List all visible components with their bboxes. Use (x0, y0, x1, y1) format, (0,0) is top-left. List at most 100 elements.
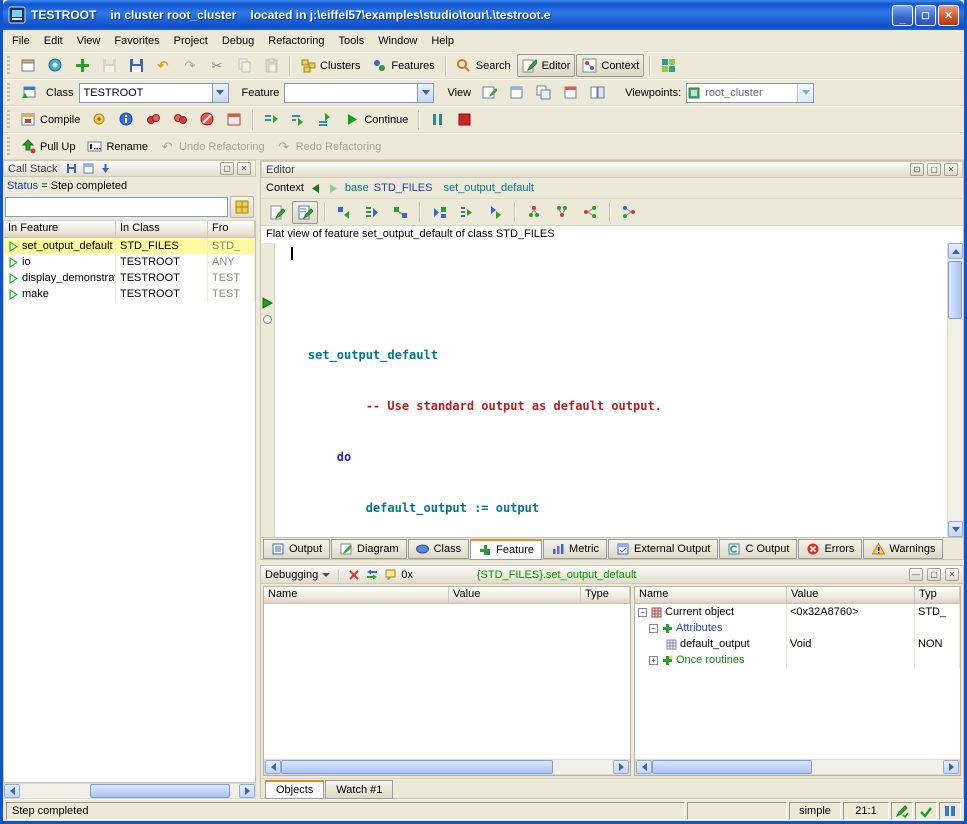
stack-depth-icon[interactable] (99, 162, 113, 175)
maximize-button[interactable]: ▢ (915, 5, 936, 26)
open-in-new-window-button[interactable] (530, 81, 556, 104)
code-editor[interactable]: set_output_default -- Use standard outpu… (275, 243, 947, 537)
open-in-editor-button[interactable] (476, 81, 502, 104)
object-tree-row[interactable]: − Attributes (635, 620, 960, 636)
menu-project[interactable]: Project (167, 32, 215, 50)
feature-combo[interactable] (284, 83, 434, 103)
suppliers-button[interactable] (577, 201, 603, 224)
melt-button[interactable] (140, 108, 166, 131)
cut-button[interactable]: ✂ (204, 54, 230, 77)
step-over-button[interactable] (258, 108, 284, 131)
column-type[interactable]: Typ (915, 587, 960, 603)
breakpoint-slot-icon[interactable] (263, 315, 272, 324)
code-line[interactable]: -- Use standard output as default output… (279, 398, 943, 415)
menu-edit[interactable]: Edit (37, 32, 70, 50)
force-recompile-button[interactable] (86, 108, 112, 131)
rename-button[interactable]: Rename (81, 135, 153, 158)
save-stack-icon[interactable] (65, 162, 79, 175)
tab-diagram[interactable]: Diagram (331, 539, 407, 559)
code-line[interactable]: default_output := output (279, 500, 943, 517)
expand-icon[interactable]: + (649, 656, 658, 665)
pause-button[interactable] (424, 108, 450, 131)
collapse-icon[interactable]: − (638, 608, 647, 617)
code-line[interactable]: do (279, 449, 943, 466)
viewpoint-combo[interactable]: root_cluster (686, 83, 814, 103)
scrollbar-thumb[interactable] (948, 261, 962, 319)
code-line[interactable] (279, 296, 943, 313)
breadcrumb-feature[interactable]: set_output_default (443, 182, 534, 194)
clickable-view-button[interactable] (292, 201, 318, 224)
scroll-left-icon[interactable] (4, 784, 20, 798)
tab-metric[interactable]: Metric (543, 539, 607, 559)
call-stack-header[interactable]: Call Stack ▢ ✕ (3, 160, 256, 177)
callees-button[interactable] (359, 201, 385, 224)
toolbar-grip[interactable] (6, 110, 11, 130)
editor-margin[interactable] (261, 243, 275, 537)
features-button[interactable]: Features (366, 54, 439, 77)
step-out-button[interactable] (312, 108, 338, 131)
add-project-button[interactable] (69, 54, 95, 77)
menu-help[interactable]: Help (424, 32, 461, 50)
close-panel-icon[interactable]: ✕ (237, 162, 251, 175)
redo-refactoring-button[interactable]: ↷ Redo Refactoring (271, 135, 387, 158)
descendants-button[interactable] (549, 201, 575, 224)
scrollbar-thumb[interactable] (281, 760, 553, 774)
menu-tools[interactable]: Tools (332, 32, 372, 50)
watch-empty-area[interactable] (264, 604, 630, 759)
creators-button[interactable] (426, 201, 452, 224)
stop-button[interactable] (451, 108, 477, 131)
object-tree-row[interactable]: default_output Void NON (635, 636, 960, 652)
object-tree-row[interactable]: + Once routines (635, 652, 960, 668)
menu-file[interactable]: File (5, 32, 37, 50)
minimize-button[interactable]: _ (892, 5, 913, 26)
close-debug-icon[interactable]: ✕ (945, 568, 959, 581)
context-toggle-button[interactable]: Context (576, 54, 644, 77)
toolbar-grip[interactable] (6, 83, 11, 103)
menu-window[interactable]: Window (371, 32, 424, 50)
scroll-up-icon[interactable] (948, 243, 963, 259)
close-button[interactable]: ✕ (938, 5, 959, 26)
debugging-header[interactable]: Debugging 0x {STD_FILES}.set_output_defa… (261, 566, 963, 584)
compile-button[interactable]: Compile (15, 108, 85, 131)
hex-format-toggle[interactable]: 0x (401, 569, 413, 581)
remove-expression-icon[interactable] (347, 568, 361, 581)
collapse-icon[interactable]: − (649, 624, 658, 633)
column-in-class[interactable]: In Class (116, 221, 208, 237)
scroll-right-icon[interactable] (613, 760, 629, 774)
undo-button[interactable]: ↶ (150, 54, 176, 77)
tab-external-output[interactable]: External Output (608, 539, 718, 559)
scroll-down-icon[interactable] (948, 521, 963, 537)
saved-status[interactable] (915, 802, 937, 820)
editable-status[interactable] (891, 802, 913, 820)
stack-filter-input[interactable] (5, 197, 228, 217)
freeze-button[interactable] (167, 108, 193, 131)
close-editor-icon[interactable]: ✕ (944, 163, 958, 176)
class-combo-arrow-icon[interactable] (212, 84, 228, 102)
call-stack-row[interactable]: io TESTROOT ANY (4, 254, 255, 270)
menu-favorites[interactable]: Favorites (107, 32, 166, 50)
scroll-left-icon[interactable] (265, 760, 281, 774)
maximize-editor-icon[interactable]: ▢ (927, 163, 941, 176)
editor-header[interactable]: Editor ⊡ ▢ ✕ (261, 161, 963, 178)
flat-view-button[interactable] (454, 201, 480, 224)
call-stack-row[interactable]: make TESTROOT TEST (4, 286, 255, 302)
watch-hscrollbar[interactable] (264, 759, 630, 775)
open-in-external-editor-button[interactable] (557, 81, 583, 104)
pull-up-button[interactable]: Pull Up (15, 135, 80, 158)
tab-warnings[interactable]: Warnings (863, 539, 943, 559)
open-stack-window-icon[interactable] (82, 162, 96, 175)
editor-toggle-button[interactable]: Editor (517, 54, 576, 77)
redo-button[interactable]: ↷ (177, 54, 203, 77)
scrollbar-thumb[interactable] (652, 760, 812, 774)
float-editor-icon[interactable]: ⊡ (910, 163, 924, 176)
call-stack-row[interactable]: set_output_default STD_FILES STD_ (4, 238, 255, 254)
basic-view-button[interactable] (264, 201, 290, 224)
scroll-right-icon[interactable] (239, 784, 255, 798)
expand-view-button[interactable] (584, 81, 610, 104)
editor-vscrollbar[interactable] (947, 243, 963, 537)
tab-objects[interactable]: Objects (265, 780, 324, 799)
column-value[interactable]: Value (787, 587, 915, 603)
maximize-panel-icon[interactable]: ▢ (220, 162, 234, 175)
history-back-icon[interactable] (309, 180, 322, 196)
toolbar-grip[interactable] (6, 56, 11, 76)
